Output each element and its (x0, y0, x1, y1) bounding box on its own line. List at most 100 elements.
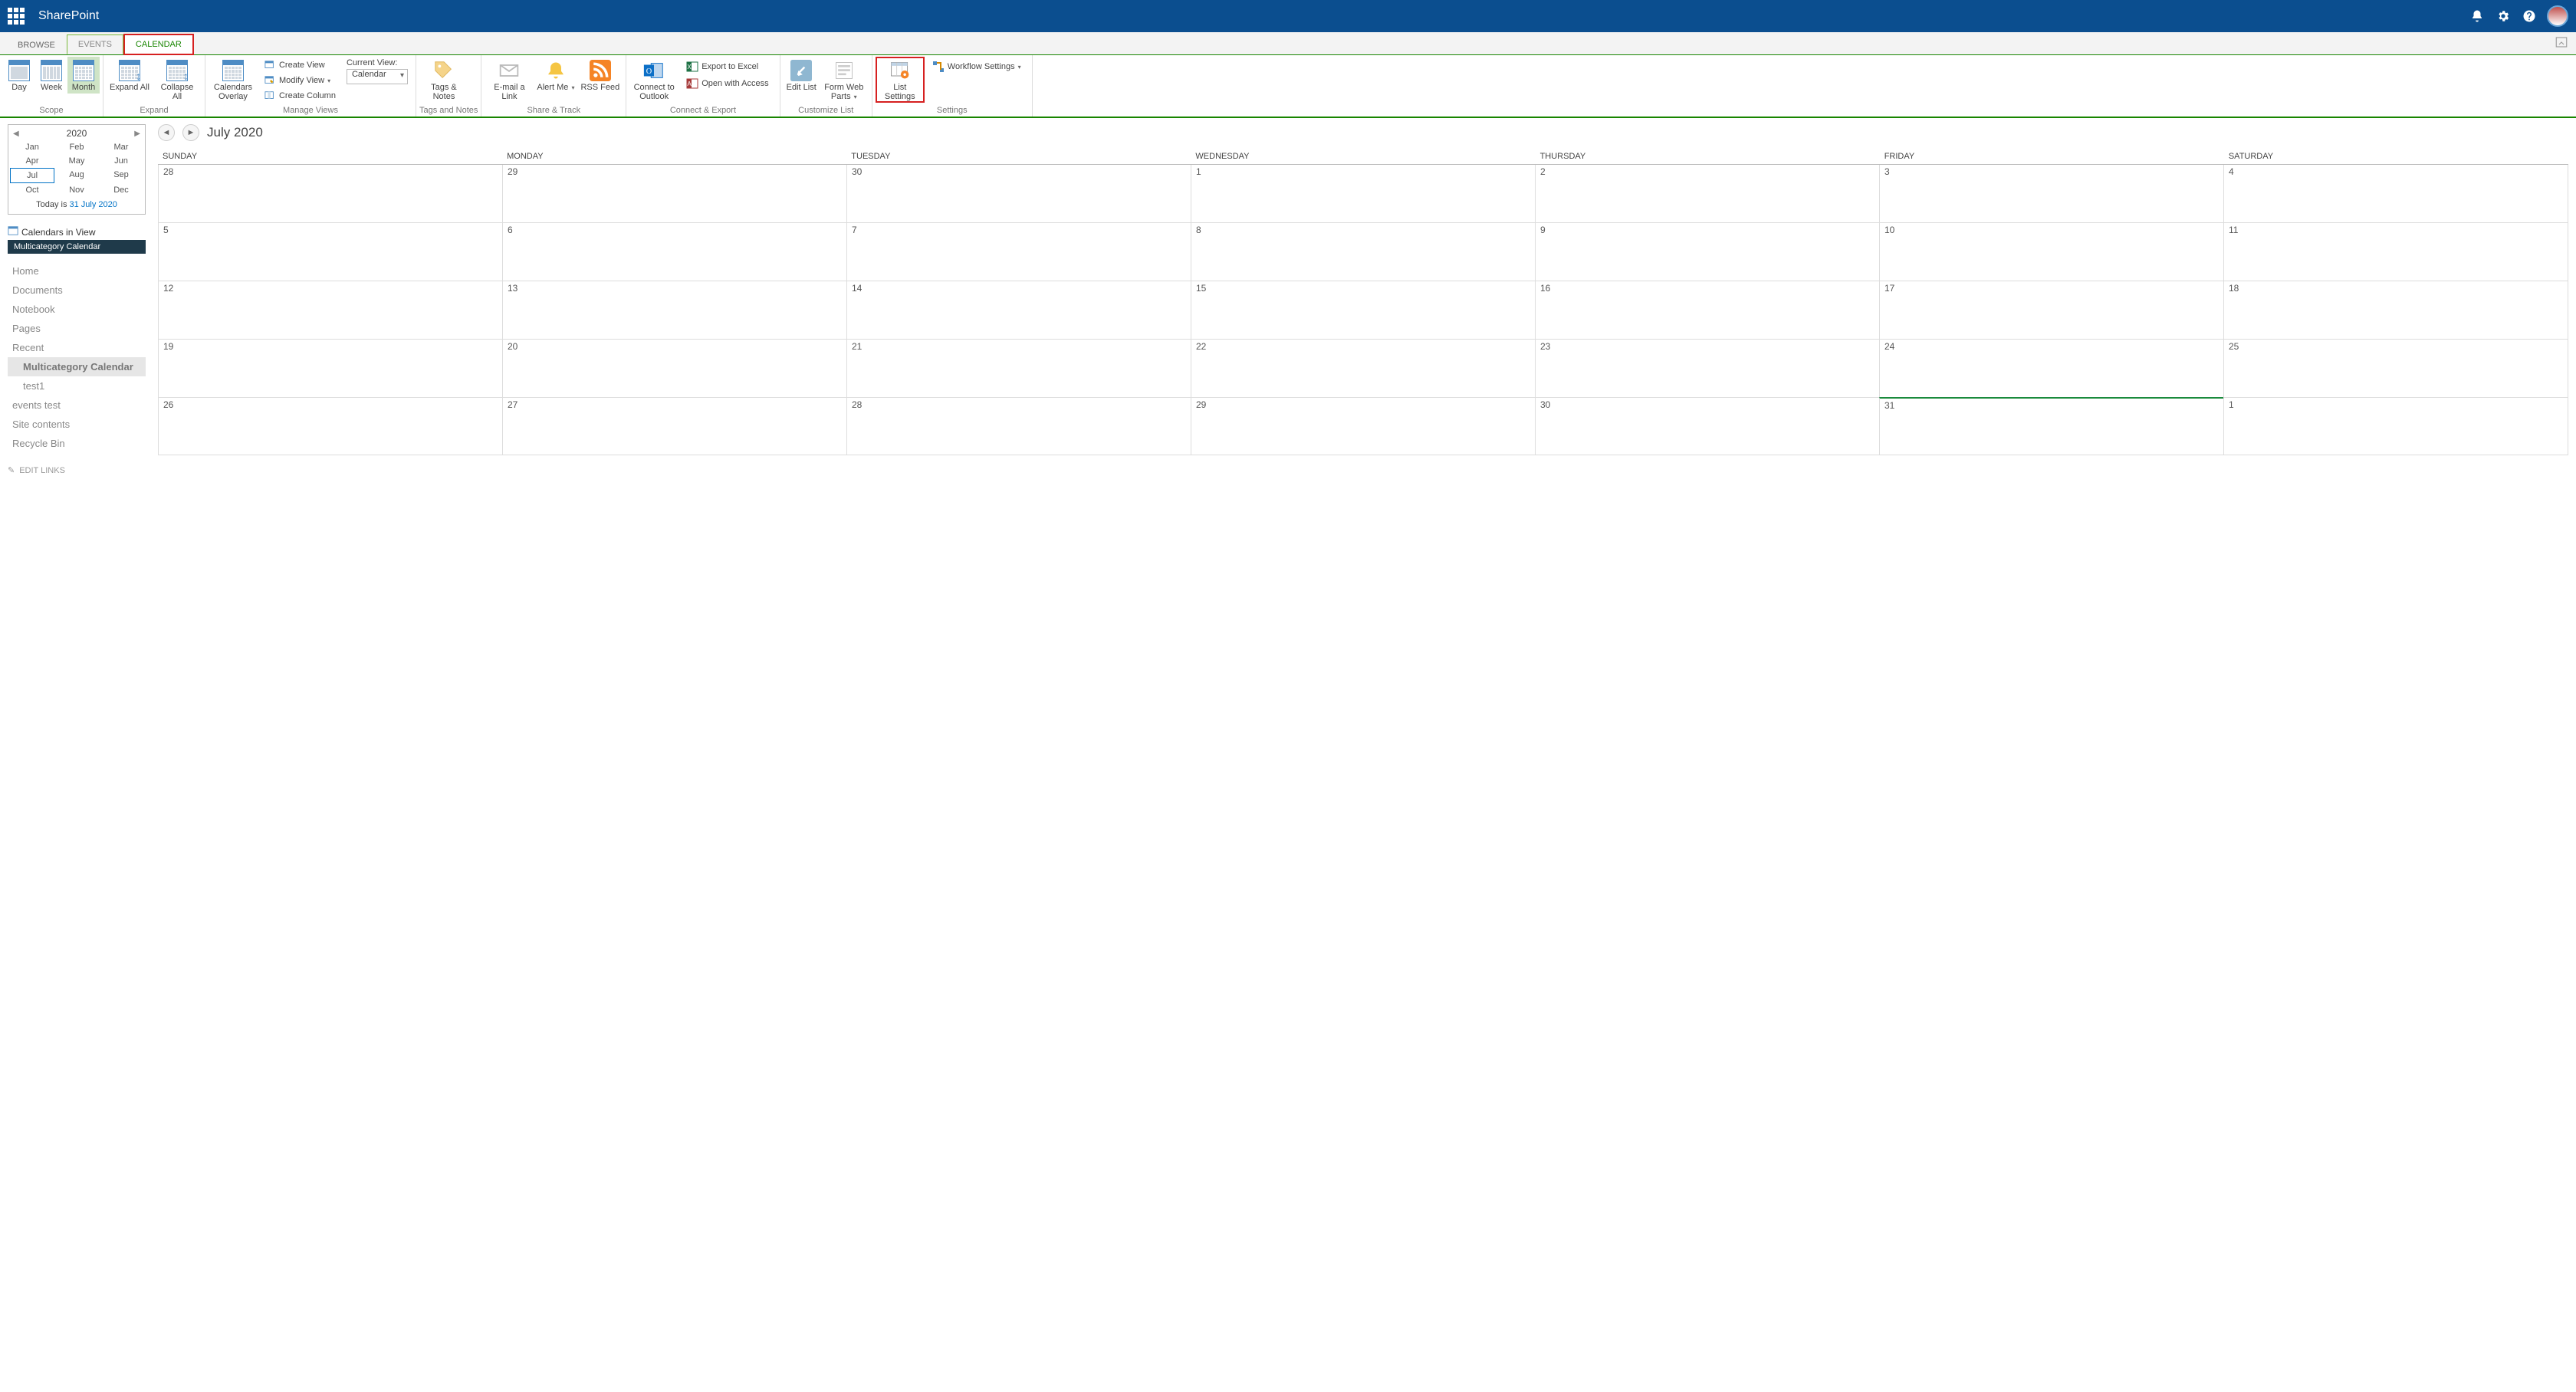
calendar-cell[interactable]: 21 (846, 340, 1191, 397)
group-label-tags: Tags and Notes (419, 104, 478, 117)
calendar-cell[interactable]: 20 (502, 340, 846, 397)
nav-documents[interactable]: Documents (8, 281, 146, 300)
cal-next-month[interactable]: ► (182, 124, 199, 141)
calendar-cell[interactable]: 9 (1535, 223, 1879, 281)
notifications-icon[interactable] (2464, 3, 2490, 29)
mini-month-jun[interactable]: Jun (99, 154, 143, 168)
calendar-cell[interactable]: 29 (1191, 398, 1535, 455)
help-icon[interactable] (2516, 3, 2542, 29)
nav-site-contents[interactable]: Site contents (8, 415, 146, 434)
calendar-cell[interactable]: 31 (1879, 397, 2223, 455)
tab-browse[interactable]: BROWSE (6, 35, 67, 54)
calendar-cell[interactable]: 30 (1535, 398, 1879, 455)
form-web-parts-button[interactable]: Form Web Parts ▾ (820, 57, 869, 103)
collapse-all-button[interactable]: Collapse All (153, 57, 202, 103)
calendar-cell[interactable]: 14 (846, 281, 1191, 339)
modify-view-button[interactable]: Modify View ▾ (261, 74, 339, 87)
mini-month-sep[interactable]: Sep (99, 168, 143, 183)
calendar-cell[interactable]: 23 (1535, 340, 1879, 397)
calendar-cell[interactable]: 10 (1879, 223, 2223, 281)
mini-next-year[interactable]: ▶ (134, 130, 140, 138)
create-column-button[interactable]: Create Column (261, 89, 339, 103)
mini-month-may[interactable]: May (54, 154, 99, 168)
calendar-cell[interactable]: 16 (1535, 281, 1879, 339)
tags-notes-button[interactable]: Tags & Notes (419, 57, 468, 103)
calendar-cell[interactable]: 6 (502, 223, 846, 281)
rss-feed-button[interactable]: RSS Feed (577, 57, 623, 94)
edit-links-button[interactable]: ✎ EDIT LINKS (8, 465, 146, 475)
ribbon-group-expand: Expand All Collapse All Expand (104, 55, 205, 117)
nav-recent[interactable]: Recent (8, 338, 146, 357)
user-avatar[interactable] (2547, 5, 2568, 27)
nav-notebook[interactable]: Notebook (8, 300, 146, 319)
expand-all-button[interactable]: Expand All (107, 57, 153, 94)
app-launcher-icon[interactable] (8, 8, 25, 25)
settings-gear-icon[interactable] (2490, 3, 2516, 29)
calendar-cell[interactable]: 22 (1191, 340, 1535, 397)
calendar-cell[interactable]: 2 (1535, 165, 1879, 222)
calendar-cell[interactable]: 1 (2223, 398, 2568, 455)
calendar-cell[interactable]: 27 (502, 398, 846, 455)
calendar-cell[interactable]: 29 (502, 165, 846, 222)
tab-calendar[interactable]: CALENDAR (123, 34, 194, 55)
expand-all-icon (117, 58, 142, 83)
scope-month-button[interactable]: Month (67, 57, 100, 94)
mini-month-aug[interactable]: Aug (54, 168, 99, 183)
calendar-cell[interactable]: 28 (846, 398, 1191, 455)
nav-events-test[interactable]: events test (8, 396, 146, 415)
calendar-cell[interactable]: 25 (2223, 340, 2568, 397)
list-settings-button[interactable]: List Settings (876, 57, 925, 103)
calendar-cell[interactable]: 28 (158, 165, 502, 222)
edit-list-button[interactable]: Edit List (784, 57, 820, 94)
mini-month-jan[interactable]: Jan (10, 140, 54, 154)
create-view-button[interactable]: Create View (261, 58, 339, 72)
ribbon-collapse-icon[interactable] (2555, 35, 2568, 51)
mini-month-jul[interactable]: Jul (10, 168, 54, 183)
calendar-cell[interactable]: 8 (1191, 223, 1535, 281)
calendar-cell[interactable]: 30 (846, 165, 1191, 222)
nav-multicategory-calendar[interactable]: Multicategory Calendar (8, 357, 146, 376)
calendar-cell[interactable]: 13 (502, 281, 846, 339)
calendar-cell[interactable]: 17 (1879, 281, 2223, 339)
mini-month-feb[interactable]: Feb (54, 140, 99, 154)
nav-recycle-bin[interactable]: Recycle Bin (8, 434, 146, 453)
workflow-settings-button[interactable]: Workflow Settings ▾ (929, 60, 1024, 74)
connect-outlook-button[interactable]: O Connect to Outlook (629, 57, 678, 103)
calendar-cell[interactable]: 18 (2223, 281, 2568, 339)
mini-month-nov[interactable]: Nov (54, 183, 99, 197)
calendar-cell[interactable]: 3 (1879, 165, 2223, 222)
mini-month-dec[interactable]: Dec (99, 183, 143, 197)
mini-month-mar[interactable]: Mar (99, 140, 143, 154)
mini-month-apr[interactable]: Apr (10, 154, 54, 168)
calendar-cell[interactable]: 26 (158, 398, 502, 455)
excel-icon: X (686, 61, 698, 73)
calendar-cell[interactable]: 11 (2223, 223, 2568, 281)
mini-prev-year[interactable]: ◀ (13, 130, 19, 138)
calendar-cell[interactable]: 5 (158, 223, 502, 281)
email-link-button[interactable]: E-mail a Link (485, 57, 534, 103)
calendar-cell[interactable]: 19 (158, 340, 502, 397)
mini-month-oct[interactable]: Oct (10, 183, 54, 197)
calendar-cell[interactable]: 1 (1191, 165, 1535, 222)
civ-item-multicategory[interactable]: Multicategory Calendar (8, 240, 146, 254)
tab-events[interactable]: EVENTS (67, 34, 123, 54)
nav-test1[interactable]: test1 (8, 376, 146, 396)
mini-today-link[interactable]: 31 July 2020 (70, 200, 117, 209)
calendar-cell[interactable]: 4 (2223, 165, 2568, 222)
calendars-overlay-button[interactable]: Calendars Overlay (209, 57, 258, 103)
open-access-button[interactable]: A Open with Access (683, 77, 771, 90)
scope-day-button[interactable]: Day (3, 57, 35, 94)
nav-home[interactable]: Home (8, 261, 146, 281)
alert-me-button[interactable]: Alert Me ▾ (534, 57, 577, 94)
email-link-label: E-mail a Link (488, 83, 531, 101)
nav-pages[interactable]: Pages (8, 319, 146, 338)
calendar-cell[interactable]: 12 (158, 281, 502, 339)
calendar-cell[interactable]: 7 (846, 223, 1191, 281)
calendar-cell[interactable]: 24 (1879, 340, 2223, 397)
calendar-week-row: 2829301234 (158, 164, 2568, 222)
cal-prev-month[interactable]: ◄ (158, 124, 175, 141)
current-view-select[interactable]: Calendar (347, 69, 408, 84)
export-excel-button[interactable]: X Export to Excel (683, 60, 771, 74)
calendar-cell[interactable]: 15 (1191, 281, 1535, 339)
scope-week-button[interactable]: Week (35, 57, 67, 94)
